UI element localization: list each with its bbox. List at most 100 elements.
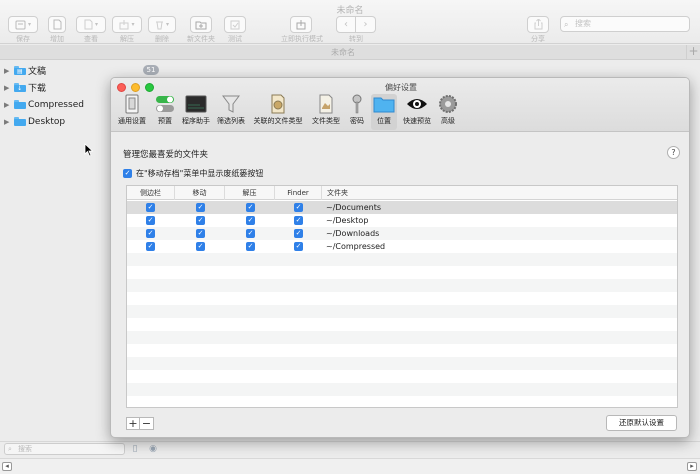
help-button[interactable]: ? (667, 146, 680, 159)
tab-presets[interactable]: 预置 (153, 94, 177, 130)
preview-eye-icon[interactable]: ◉ (147, 443, 159, 455)
tab-associated-file-types[interactable]: 关联的文件类型 (249, 94, 307, 130)
table-row[interactable]: ✓ ✓ ✓ ✓ ~/Desktop (127, 214, 677, 227)
extract-checkbox[interactable]: ✓ (246, 229, 255, 238)
sidebar-checkbox[interactable]: ✓ (146, 229, 155, 238)
filter-icon (220, 94, 242, 114)
column-header-folder[interactable]: 文件夹 (322, 186, 677, 200)
preferences-dialog: 偏好设置 通用设置 预置 程序助手 筛选列表 关联的文件类型 文件类型 密码 位… (110, 77, 690, 438)
disclosure-triangle-icon[interactable]: ▶ (4, 84, 14, 92)
tab-advanced[interactable]: 高级 (436, 94, 460, 130)
document-icon (315, 94, 337, 114)
tab-label: 筛选列表 (217, 117, 245, 125)
tab-helper-apps[interactable]: 程序助手 (179, 94, 213, 130)
navigate-buttons[interactable]: ‹ › (336, 16, 376, 33)
test-label: 测试 (228, 35, 242, 43)
tab-label: 密码 (350, 117, 364, 125)
test-button[interactable] (224, 16, 246, 33)
extract-icon: ▾ (112, 16, 142, 33)
horizontal-scrollbar[interactable]: ◂ ▸ (0, 458, 700, 474)
extract-checkbox[interactable]: ✓ (246, 242, 255, 251)
sidebar-checkbox[interactable]: ✓ (146, 242, 155, 251)
add-folder-button[interactable]: + (126, 417, 140, 430)
new-folder-button[interactable] (190, 16, 212, 33)
move-checkbox[interactable]: ✓ (196, 242, 205, 251)
chevron-right-icon[interactable]: › (356, 16, 376, 33)
move-checkbox[interactable]: ✓ (196, 203, 205, 212)
view-label: 查看 (84, 35, 98, 43)
delete-button[interactable]: ▾ (148, 16, 176, 33)
execute-mode-button[interactable] (290, 16, 312, 33)
tab-password[interactable]: 密码 (345, 94, 369, 130)
test-icon (224, 16, 246, 33)
extract-checkbox[interactable]: ✓ (246, 203, 255, 212)
scroll-right-icon[interactable]: ▸ (687, 462, 697, 471)
restore-defaults-button[interactable]: 还原默认设置 (606, 415, 677, 431)
column-header-extract[interactable]: 解压 (225, 186, 275, 200)
window-title: 未命名 (336, 6, 364, 16)
sidebar-checkbox[interactable]: ✓ (146, 216, 155, 225)
finder-checkbox[interactable]: ✓ (294, 229, 303, 238)
empty-row (127, 305, 677, 318)
table-row[interactable]: ✓ ✓ ✓ ✓ ~/Documents (127, 201, 677, 214)
column-header-sidebar[interactable]: 侧边栏 (127, 186, 175, 200)
delete-label: 删除 (155, 35, 169, 43)
tab-general[interactable]: 通用设置 (114, 94, 150, 130)
extract-button[interactable]: ▾ (112, 16, 142, 33)
view-button[interactable]: ▾ (76, 16, 106, 33)
share-button[interactable] (527, 16, 549, 33)
disclosure-triangle-icon[interactable]: ▶ (4, 67, 14, 75)
folder-path: ~/Documents (326, 203, 382, 212)
chevron-left-icon[interactable]: ‹ (336, 16, 356, 33)
new-folder-label: 新文件夹 (187, 35, 215, 43)
sidebar-item-label: 文稿 (28, 67, 47, 77)
finder-checkbox[interactable]: ✓ (294, 216, 303, 225)
search-placeholder: 搜索 (575, 19, 591, 28)
finder-checkbox[interactable]: ✓ (294, 203, 303, 212)
disclosure-triangle-icon[interactable]: ▶ (4, 101, 14, 109)
table-row[interactable]: ✓ ✓ ✓ ✓ ~/Compressed (127, 240, 677, 253)
move-checkbox[interactable]: ✓ (196, 216, 205, 225)
preferences-toolbar: 偏好设置 通用设置 预置 程序助手 筛选列表 关联的文件类型 文件类型 密码 位… (111, 78, 689, 132)
switch-icon (121, 94, 143, 114)
new-tab-button[interactable]: + (686, 45, 700, 59)
title-bar: 未命名 ▾ 保存 增加 ▾ 查看 ▾ 解压 ▾ 删除 新文件夹 测试 立即执行模… (0, 0, 700, 44)
save-button[interactable]: ▾ (8, 16, 38, 33)
tab-quick-look[interactable]: 快速预览 (400, 94, 434, 130)
tab-label: 位置 (377, 117, 391, 125)
file-icon[interactable]: ▯ (129, 443, 141, 455)
execute-icon (290, 16, 312, 33)
eye-icon (406, 94, 428, 114)
tab-label: 通用设置 (118, 117, 146, 125)
tab-bar: 未命名 + (0, 45, 700, 60)
folder-icon (14, 100, 26, 109)
search-input[interactable]: ⌕ 搜索 (560, 16, 690, 32)
sidebar-search-input[interactable]: ⌕ 搜索 (4, 443, 125, 455)
column-header-finder[interactable]: Finder (275, 186, 322, 200)
add-label: 增加 (50, 35, 64, 43)
sidebar-checkbox[interactable]: ✓ (146, 203, 155, 212)
checkbox-checked-icon[interactable]: ✓ (123, 169, 132, 178)
folder-icon (14, 117, 26, 126)
favorite-folders-table[interactable]: 侧边栏 移动 解压 Finder 文件夹 ✓ ✓ ✓ ✓ ~/Documents… (126, 185, 678, 408)
empty-row (127, 253, 677, 266)
remove-folder-button[interactable]: − (140, 417, 154, 430)
tab-label: 快速预览 (403, 117, 431, 125)
scroll-left-icon[interactable]: ◂ (2, 462, 12, 471)
disclosure-triangle-icon[interactable]: ▶ (4, 118, 14, 126)
show-trash-option-label: 在"移动存档"菜单中显示废纸篓按钮 (136, 169, 264, 178)
terminal-icon (185, 94, 207, 114)
move-checkbox[interactable]: ✓ (196, 229, 205, 238)
tab-file-types[interactable]: 文件类型 (309, 94, 343, 130)
file-type-icon (267, 94, 289, 114)
add-button[interactable] (48, 16, 66, 33)
table-row[interactable]: ✓ ✓ ✓ ✓ ~/Downloads (127, 227, 677, 240)
tab-untitled[interactable]: 未命名 (0, 47, 686, 58)
archive-icon: ▾ (8, 16, 38, 33)
finder-checkbox[interactable]: ✓ (294, 242, 303, 251)
tab-locations[interactable]: 位置 (371, 94, 397, 130)
column-header-move[interactable]: 移动 (175, 186, 225, 200)
tab-filter-list[interactable]: 筛选列表 (215, 94, 247, 130)
show-trash-option[interactable]: ✓ 在"移动存档"菜单中显示废纸篓按钮 (123, 168, 263, 179)
extract-checkbox[interactable]: ✓ (246, 216, 255, 225)
